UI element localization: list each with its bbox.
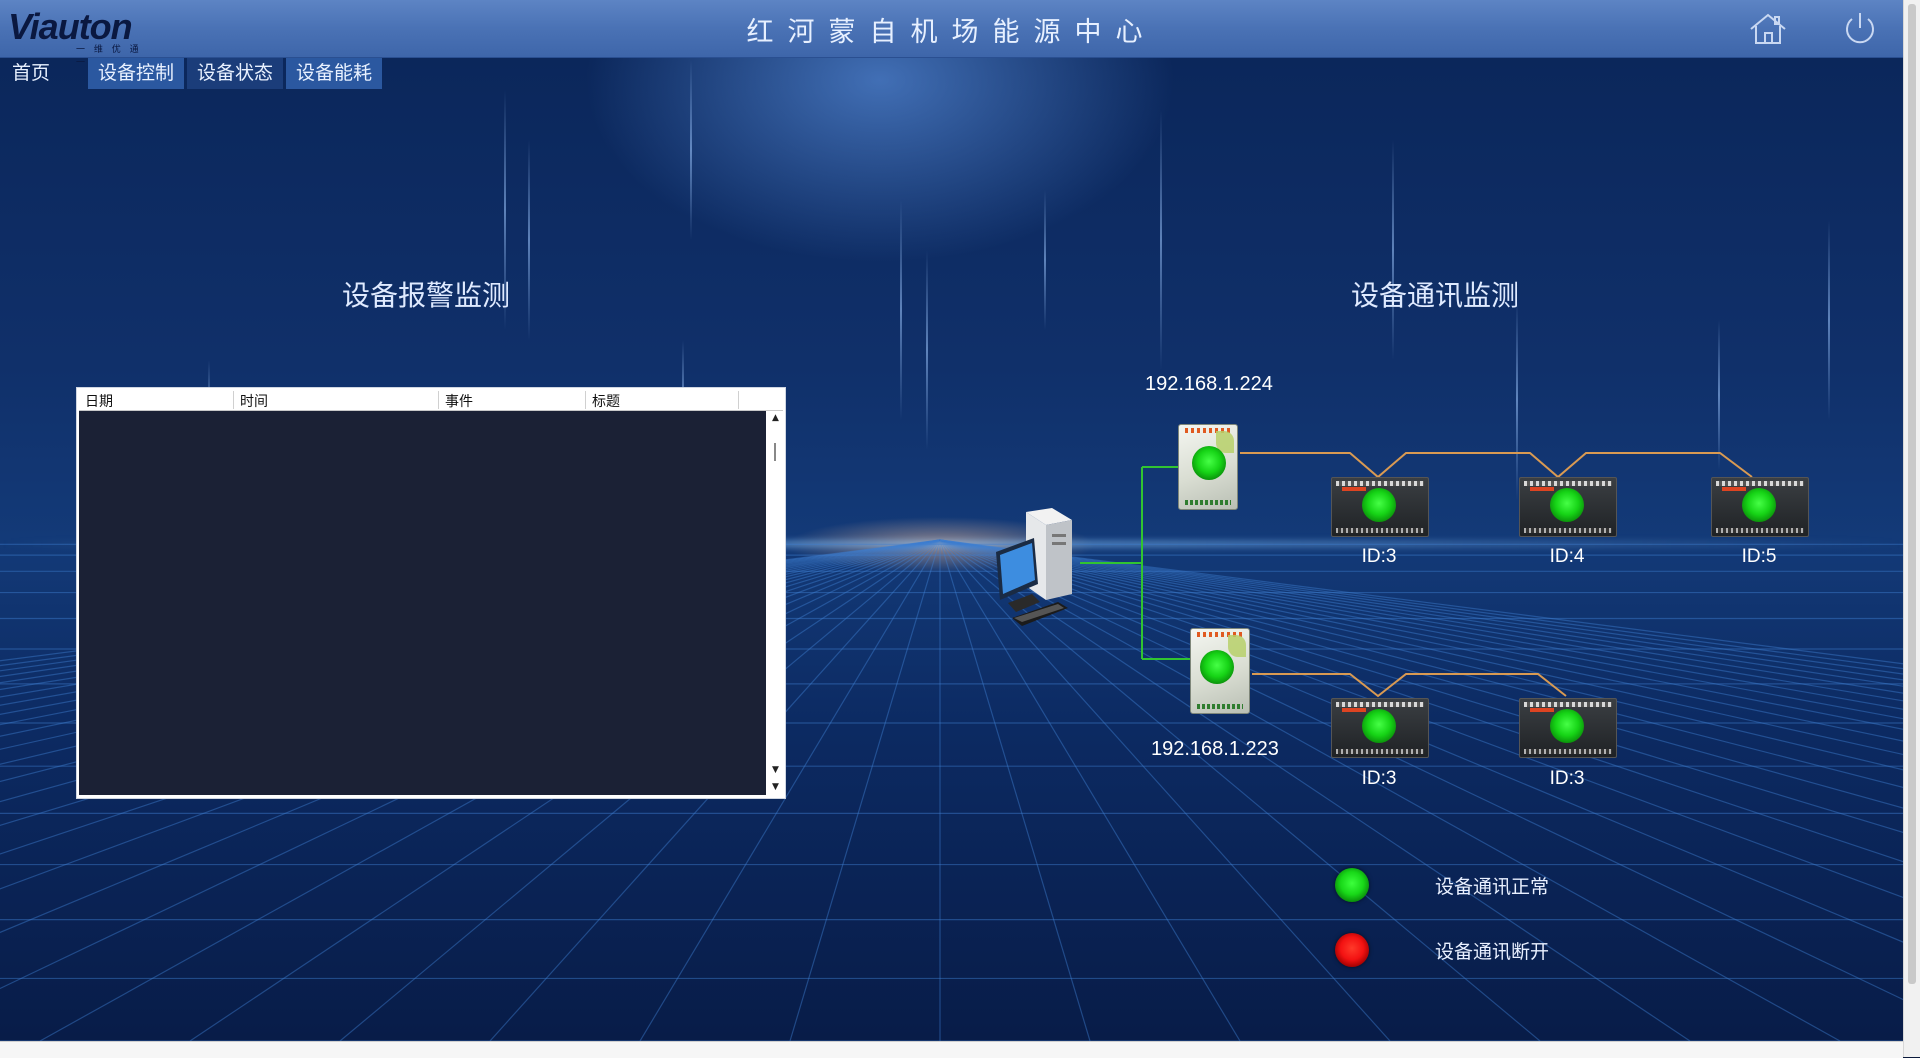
legend-disconnected-label: 设备通讯断开 bbox=[1435, 941, 1550, 963]
meter-224-3-id: ID:5 bbox=[1741, 546, 1777, 567]
gateway-224-ip: 192.168.1.224 bbox=[1145, 373, 1273, 395]
meter-223-2-status-icon bbox=[1550, 709, 1584, 743]
meter-223-1-status-icon bbox=[1362, 709, 1396, 743]
meter-224-2-id: ID:4 bbox=[1549, 546, 1585, 567]
meter-223-1-id: ID:3 bbox=[1361, 768, 1397, 789]
window-scroll-thumb[interactable] bbox=[1908, 4, 1916, 984]
gateway-224-status-icon bbox=[1192, 446, 1226, 480]
legend-normal-icon bbox=[1335, 868, 1369, 902]
meter-224-1-status-icon bbox=[1362, 488, 1396, 522]
legend-normal-label: 设备通讯正常 bbox=[1435, 876, 1550, 898]
gateway-223-ip: 192.168.1.223 bbox=[1151, 738, 1279, 760]
meter-223-2-id: ID:3 bbox=[1549, 768, 1585, 789]
window-scrollbar[interactable] bbox=[1903, 0, 1920, 1057]
stage: Viauton 一 维 优 通 一 红河蒙自机场能源中心 首页 设备控制 设备状… bbox=[0, 0, 1903, 1041]
meter-224-3-status-icon bbox=[1742, 488, 1776, 522]
gateway-223-status-icon bbox=[1200, 650, 1234, 684]
network-lines bbox=[1080, 452, 1753, 698]
meter-224-1-id: ID:3 bbox=[1361, 546, 1397, 567]
window-bottom-bar bbox=[0, 1041, 1903, 1058]
legend-disconnected-icon bbox=[1335, 933, 1369, 967]
meter-224-2-status-icon bbox=[1550, 488, 1584, 522]
rs485-links bbox=[1240, 452, 1753, 698]
ethernet-links bbox=[1080, 466, 1190, 660]
computer-icon[interactable] bbox=[992, 508, 1080, 636]
